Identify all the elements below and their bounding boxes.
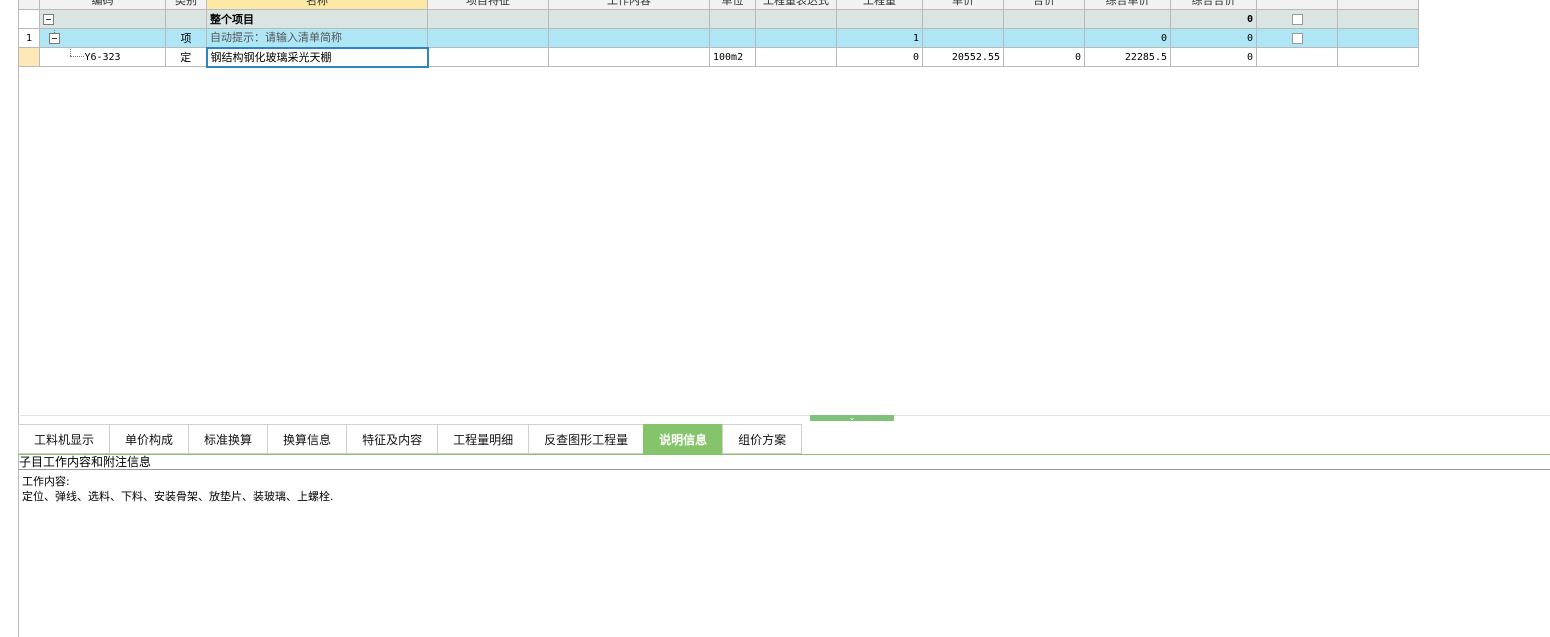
total-cell[interactable]: 0 (1003, 47, 1085, 67)
detail-tab-bar: 工料机显示 单价构成 标准换算 换算信息 特征及内容 工程量明细 反查图形工程量… (18, 424, 803, 454)
budget-grid[interactable]: 编码 类别 名称 项目特征 工作内容 单位 工程量表达式 工程量 单价 合价 综… (18, 0, 1419, 68)
header-quantity-expr[interactable]: 工程量表达式 (755, 0, 837, 10)
quantity-cell[interactable]: 0 (836, 47, 923, 67)
checkbox-cell[interactable] (1256, 47, 1338, 67)
tab-features-content[interactable]: 特征及内容 (346, 424, 438, 454)
remark-cell[interactable] (1337, 28, 1419, 48)
tab-standard-conversion[interactable]: 标准换算 (188, 424, 268, 454)
total-cell[interactable] (1003, 28, 1085, 48)
grid-header-row: 编码 类别 名称 项目特征 工作内容 单位 工程量表达式 工程量 单价 合价 综… (18, 0, 1419, 10)
tab-labor-material-machine[interactable]: 工料机显示 (18, 424, 110, 454)
remark-cell[interactable] (1337, 47, 1419, 67)
header-unit[interactable]: 单位 (709, 0, 756, 10)
type-cell[interactable]: 项 (165, 28, 207, 48)
work-content-cell[interactable] (548, 28, 710, 48)
tab-pricing-scheme[interactable]: 组价方案 (722, 424, 803, 454)
header-rownum (18, 0, 40, 10)
header-comp-price[interactable]: 综合单价 (1084, 0, 1171, 10)
quantity-cell[interactable]: 1 (836, 28, 923, 48)
comp-total-cell[interactable]: 0 (1170, 9, 1257, 29)
work-content-label: 工作内容: (22, 475, 70, 488)
comp-total-cell[interactable]: 0 (1170, 28, 1257, 48)
quantity-cell[interactable] (836, 9, 923, 29)
checkbox-cell[interactable] (1256, 9, 1338, 29)
header-comp-total[interactable]: 综合合价 (1170, 0, 1257, 10)
remark-cell[interactable] (1337, 9, 1419, 29)
tree-cell[interactable] (39, 28, 166, 48)
row-number (18, 47, 40, 67)
quota-code: Y6-323 (84, 51, 121, 63)
info-panel-divider (18, 469, 1550, 470)
tree-cell[interactable] (39, 9, 166, 29)
chevron-down-icon[interactable]: ⌄ (810, 414, 894, 422)
header-price[interactable]: 单价 (922, 0, 1004, 10)
price-cell[interactable] (922, 9, 1004, 29)
work-content-cell[interactable] (548, 9, 710, 29)
checkbox-icon[interactable] (1291, 14, 1303, 25)
collapse-minus-icon[interactable] (49, 33, 60, 44)
header-col-13[interactable] (1256, 0, 1338, 10)
tab-graphic-quantity-lookup[interactable]: 反查图形工程量 (528, 424, 644, 454)
tab-conversion-info[interactable]: 换算信息 (267, 424, 347, 454)
table-row-item[interactable]: 1 项 自动提示：请输入清单简称 1 0 0 (18, 28, 1419, 48)
header-quantity[interactable]: 工程量 (836, 0, 923, 10)
comp-price-cell[interactable]: 22285.5 (1084, 47, 1171, 67)
splitter-handle[interactable]: ⌄ (810, 414, 894, 422)
feature-cell[interactable] (427, 47, 549, 67)
total-cell[interactable] (1003, 9, 1085, 29)
header-code[interactable]: 编码 (39, 0, 166, 10)
code-cell[interactable]: Y6-323 (39, 47, 166, 67)
quantity-expr-cell[interactable] (755, 9, 837, 29)
work-content-cell[interactable] (548, 47, 710, 67)
quantity-expr-cell[interactable] (755, 47, 837, 67)
panel-splitter[interactable] (18, 415, 1550, 416)
tab-unit-price-composition[interactable]: 单价构成 (109, 424, 189, 454)
unit-cell[interactable]: 100m2 (709, 47, 756, 67)
table-row-quota[interactable]: Y6-323 定 钢结构钢化玻璃采光天棚 100m2 0 20552.55 0 … (18, 46, 1419, 68)
unit-cell[interactable] (709, 9, 756, 29)
checkbox-cell[interactable] (1256, 28, 1338, 48)
feature-cell[interactable] (427, 28, 549, 48)
tree-line (70, 48, 71, 56)
comp-total-cell[interactable]: 0 (1170, 47, 1257, 67)
tree-line (70, 56, 84, 57)
row-number (18, 9, 40, 29)
type-cell[interactable] (165, 9, 207, 29)
tab-description-info[interactable]: 说明信息 (643, 424, 723, 454)
info-panel-body[interactable]: 工作内容: 定位、弹线、选料、下料、安装骨架、放垫片、装玻璃、上螺栓. (22, 474, 334, 504)
work-content-text: 定位、弹线、选料、下料、安装骨架、放垫片、装玻璃、上螺栓. (22, 490, 334, 503)
checkbox-icon[interactable] (1291, 33, 1303, 44)
type-cell[interactable]: 定 (165, 47, 207, 67)
table-row-summary[interactable]: 整个项目 0 (18, 9, 1419, 29)
info-panel-title: 子目工作内容和附注信息 (19, 455, 152, 469)
tab-underline (18, 454, 1550, 455)
name-cell[interactable]: 整个项目 (206, 9, 428, 29)
header-name[interactable]: 名称 (206, 0, 428, 10)
left-panel-border (18, 0, 19, 637)
comp-price-cell[interactable]: 0 (1084, 28, 1171, 48)
header-total[interactable]: 合价 (1003, 0, 1085, 10)
quantity-expr-cell[interactable] (755, 28, 837, 48)
collapse-minus-icon[interactable] (43, 14, 54, 25)
row-number: 1 (18, 28, 40, 48)
comp-price-cell[interactable] (1084, 9, 1171, 29)
header-feature[interactable]: 项目特征 (427, 0, 549, 10)
name-cell[interactable]: 自动提示：请输入清单简称 (206, 28, 428, 48)
feature-cell[interactable] (427, 9, 549, 29)
header-col-14[interactable] (1337, 0, 1419, 10)
tab-quantity-detail[interactable]: 工程量明细 (437, 424, 529, 454)
price-cell[interactable] (922, 28, 1004, 48)
name-cell-editing[interactable]: 钢结构钢化玻璃采光天棚 (205, 46, 429, 68)
header-type[interactable]: 类别 (165, 0, 207, 10)
unit-cell[interactable] (709, 28, 756, 48)
price-cell[interactable]: 20552.55 (922, 47, 1004, 67)
header-work-content[interactable]: 工作内容 (548, 0, 710, 10)
